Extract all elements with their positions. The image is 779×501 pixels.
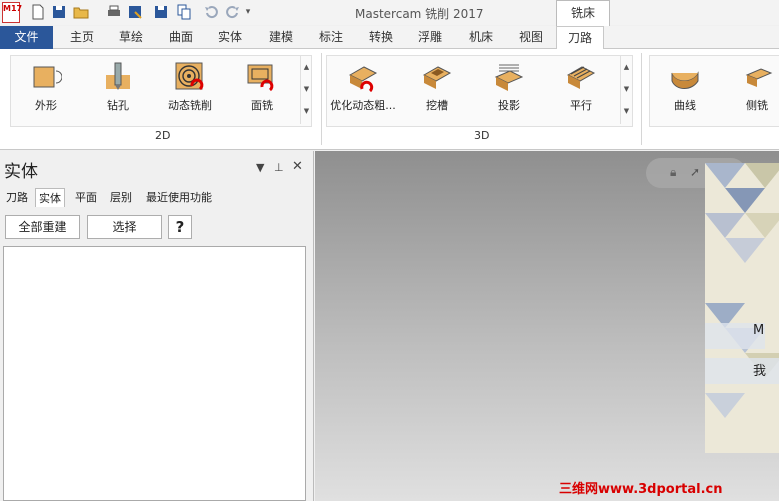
undo-icon[interactable]	[202, 3, 220, 21]
copy-icon[interactable]	[175, 3, 193, 21]
tab-sketch[interactable]: 草绘	[111, 26, 151, 49]
gallery-3d-scroller[interactable]: ▲ ▼ ▼	[620, 56, 632, 124]
panel-menu-icon[interactable]: ▼	[256, 161, 264, 174]
tab-view[interactable]: 视图	[511, 26, 551, 49]
group-separator	[321, 53, 322, 145]
print-icon[interactable]	[105, 3, 123, 21]
face-mill-icon	[246, 61, 278, 93]
gallery-2d-scroller[interactable]: ▲ ▼ ▼	[300, 56, 312, 124]
save-as-icon[interactable]	[126, 3, 144, 21]
tab-relief[interactable]: 浮雕	[410, 26, 450, 49]
scroll-down-icon[interactable]: ▼	[301, 78, 312, 100]
scroll-up-icon[interactable]: ▲	[301, 56, 312, 78]
window-title: Mastercam 铣削 2017	[355, 7, 484, 21]
chat-line-2: 我	[753, 364, 767, 379]
parallel-label: 平行	[570, 99, 592, 112]
pin-icon[interactable]: ⊥	[274, 161, 284, 174]
tab-machine[interactable]: 机床	[461, 26, 501, 49]
dynamic-mill-button[interactable]: 动态铣削	[155, 57, 225, 119]
open-icon[interactable]	[72, 3, 90, 21]
tab-toolpaths[interactable]: 刀路	[556, 26, 604, 50]
help-button[interactable]: ?	[168, 215, 192, 239]
panel-title: 实体	[4, 162, 38, 182]
drill-icon	[102, 61, 134, 93]
swarf-icon	[741, 61, 773, 93]
close-icon[interactable]: ✕	[292, 159, 303, 174]
swarf-label: 侧铣	[746, 99, 768, 112]
regenerate-all-button[interactable]: 全部重建	[5, 215, 80, 239]
group-3d-label: 3D	[474, 129, 490, 142]
contour-label: 外形	[35, 99, 57, 112]
graphics-viewport[interactable]: 🔒︎ ➚ M 我	[315, 151, 779, 501]
project-icon	[493, 61, 525, 93]
panel-tab-solids[interactable]: 实体	[35, 188, 65, 207]
save-file-icon[interactable]	[152, 3, 170, 21]
parallel-button[interactable]: 平行	[546, 57, 616, 119]
panel-tab-recent[interactable]: 最近使用功能	[143, 188, 215, 207]
contour-button[interactable]: 外形	[11, 57, 81, 119]
tab-transform[interactable]: 转换	[361, 26, 401, 49]
parallel-icon	[565, 61, 597, 93]
panel-tab-planes[interactable]: 平面	[72, 188, 100, 207]
face-mill-label: 面铣	[251, 99, 273, 112]
tab-drafting[interactable]: 标注	[311, 26, 351, 49]
gallery-expand-icon[interactable]: ▼	[301, 100, 312, 122]
lock-icon[interactable]: 🔒︎	[670, 165, 676, 180]
tab-home[interactable]: 主页	[62, 26, 102, 49]
dynamic-mill-label: 动态铣削	[168, 99, 212, 112]
new-icon[interactable]	[29, 3, 47, 21]
cursor-icon[interactable]: ➚	[690, 165, 700, 179]
optirough-icon	[347, 61, 379, 93]
ribbon-panel: 外形 钻孔 动态铣削 面铣 ▲ ▼ ▼ 2D 优化动态粗... 挖槽 投影 平行…	[0, 49, 779, 150]
panel-tab-levels[interactable]: 层别	[107, 188, 135, 207]
pocket-button[interactable]: 挖槽	[402, 57, 472, 119]
scroll-down-icon[interactable]: ▼	[621, 78, 632, 100]
solids-manager-panel: 实体 ▼ ⊥ ✕ 刀路 实体 平面 层别 最近使用功能 全部重建 选择 ?	[0, 151, 314, 501]
pocket-icon	[421, 61, 453, 93]
save-icon[interactable]	[50, 3, 68, 21]
overlay-popup: M 我	[705, 163, 779, 453]
curve-label: 曲线	[674, 99, 696, 112]
group-separator	[641, 53, 642, 145]
context-tab-mill[interactable]: 铣床	[556, 0, 610, 26]
gallery-expand-icon[interactable]: ▼	[621, 100, 632, 122]
optirough-button[interactable]: 优化动态粗...	[328, 57, 398, 119]
overlay-pattern	[705, 163, 779, 418]
swarf-button[interactable]: 侧铣	[722, 57, 779, 119]
optirough-label: 优化动态粗...	[330, 99, 396, 112]
solids-tree[interactable]	[3, 246, 306, 501]
drill-button[interactable]: 钻孔	[83, 57, 153, 119]
tab-file[interactable]: 文件	[0, 26, 53, 49]
pocket-label: 挖槽	[426, 99, 448, 112]
dynamic-mill-icon	[174, 61, 206, 93]
face-mill-button[interactable]: 面铣	[227, 57, 297, 119]
customize-icon[interactable]: ▾	[242, 3, 254, 21]
tab-surfaces[interactable]: 曲面	[161, 26, 201, 49]
tab-model-prep[interactable]: 建模	[261, 26, 301, 49]
project-button[interactable]: 投影	[474, 57, 544, 119]
panel-tab-toolpaths[interactable]: 刀路	[3, 188, 31, 207]
watermark: 三维网www.3dportal.cn	[559, 482, 723, 497]
mastercam-logo[interactable]: M17	[2, 2, 22, 23]
project-label: 投影	[498, 99, 520, 112]
title-bar: M17 ▾ Mastercam 铣削 2017 铣床	[0, 0, 779, 26]
redo-icon[interactable]	[224, 3, 242, 21]
select-button[interactable]: 选择	[87, 215, 162, 239]
drill-label: 钻孔	[107, 99, 129, 112]
chat-line-1: M	[753, 323, 765, 338]
group-2d-label: 2D	[155, 129, 171, 142]
contour-icon	[30, 61, 63, 93]
scroll-up-icon[interactable]: ▲	[621, 56, 632, 78]
curve-icon	[669, 61, 701, 93]
curve-button[interactable]: 曲线	[650, 57, 720, 119]
ribbon-tabs: 文件 主页 草绘 曲面 实体 建模 标注 转换 浮雕 机床 视图 刀路	[0, 26, 779, 50]
tab-solids[interactable]: 实体	[210, 26, 250, 49]
